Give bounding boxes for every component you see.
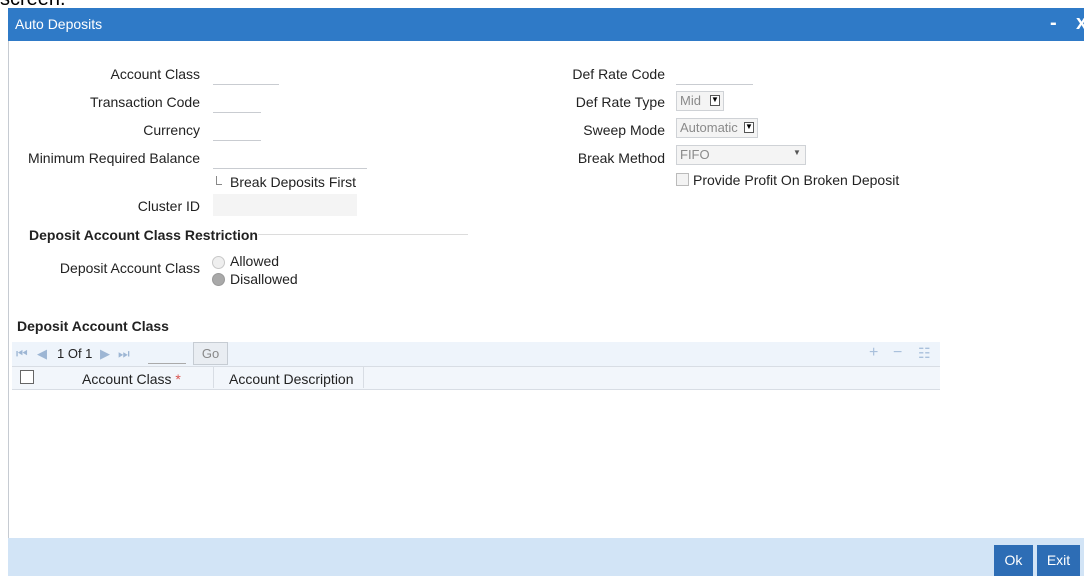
col-divider (213, 367, 214, 388)
restriction-section-header: Deposit Account Class Restriction (29, 227, 258, 243)
def-rate-code-label: Def Rate Code (572, 66, 665, 82)
select-all-checkbox[interactable] (20, 370, 34, 384)
ok-button[interactable]: Ok (994, 545, 1033, 576)
exit-button[interactable]: Exit (1037, 545, 1080, 576)
first-page-icon[interactable]: ⏮ (16, 346, 28, 362)
provide-profit-checkbox[interactable] (676, 173, 689, 186)
disallowed-radio-label: Disallowed (230, 271, 298, 287)
window-title: Auto Deposits (15, 16, 103, 32)
provide-profit-label: Provide Profit On Broken Deposit (693, 172, 900, 188)
deposit-account-class-label: Deposit Account Class (59, 260, 200, 276)
col-account-class-header: Account Class * (82, 371, 181, 387)
currency-input[interactable] (213, 120, 261, 141)
break-deposits-first-label: Break Deposits First (230, 174, 357, 190)
last-page-icon[interactable]: ⏭ (118, 346, 130, 362)
def-rate-type-value: Mid (680, 93, 701, 108)
col-divider (363, 367, 364, 388)
def-rate-type-select[interactable]: Mid ▼ (676, 91, 724, 111)
sweep-mode-value: Automatic (680, 120, 738, 135)
allowed-radio-label: Allowed (230, 253, 280, 269)
minimize-icon[interactable]: - (1050, 12, 1057, 35)
footer-bar (8, 538, 1084, 576)
previous-page-icon[interactable]: ◀ (37, 346, 47, 362)
chevron-down-icon: ▼ (793, 148, 801, 157)
disallowed-radio[interactable] (212, 273, 225, 286)
list-view-icon[interactable]: ☷ (918, 345, 931, 362)
next-page-icon[interactable]: ▶ (100, 346, 110, 362)
transaction-code-input[interactable] (213, 92, 261, 113)
break-method-label: Break Method (577, 150, 665, 166)
minimum-required-balance-label: Minimum Required Balance (28, 150, 200, 166)
transaction-code-label: Transaction Code (90, 94, 200, 110)
def-rate-type-label: Def Rate Type (575, 94, 665, 110)
chevron-down-icon: ▼ (744, 122, 754, 133)
currency-label: Currency (143, 122, 200, 138)
page-indicator: 1 Of 1 (57, 346, 93, 361)
col-account-description-header: Account Description (229, 371, 354, 387)
delete-row-icon[interactable]: − (893, 344, 902, 362)
break-method-value: FIFO (680, 147, 710, 162)
account-class-input[interactable] (213, 64, 279, 85)
def-rate-code-input[interactable] (676, 64, 753, 85)
add-row-icon[interactable]: + (869, 344, 878, 362)
sweep-mode-select[interactable]: Automatic ▼ (676, 118, 758, 138)
sweep-mode-label: Sweep Mode (583, 122, 665, 138)
form-body (8, 41, 1084, 538)
col-account-class-text: Account Class (82, 371, 172, 387)
break-deposits-first-checkbox[interactable] (216, 176, 222, 185)
cluster-id-label: Cluster ID (137, 198, 200, 214)
chevron-down-icon: ▼ (710, 95, 720, 106)
minimum-required-balance-input[interactable] (213, 148, 367, 169)
window-title-bar: Auto Deposits - x (8, 8, 1084, 41)
page-number-input[interactable] (148, 343, 186, 364)
go-button[interactable]: Go (193, 342, 228, 365)
grid-section-header: Deposit Account Class (17, 318, 169, 334)
cluster-id-input[interactable] (213, 194, 357, 216)
close-icon[interactable]: x (1076, 12, 1084, 35)
required-marker: * (175, 371, 181, 387)
account-class-label: Account Class (110, 66, 200, 82)
page-top-text-fragment: screen. (0, 0, 130, 8)
section-divider (258, 234, 468, 235)
break-method-select[interactable]: FIFO ▼ (676, 145, 806, 165)
allowed-radio[interactable] (212, 256, 225, 269)
